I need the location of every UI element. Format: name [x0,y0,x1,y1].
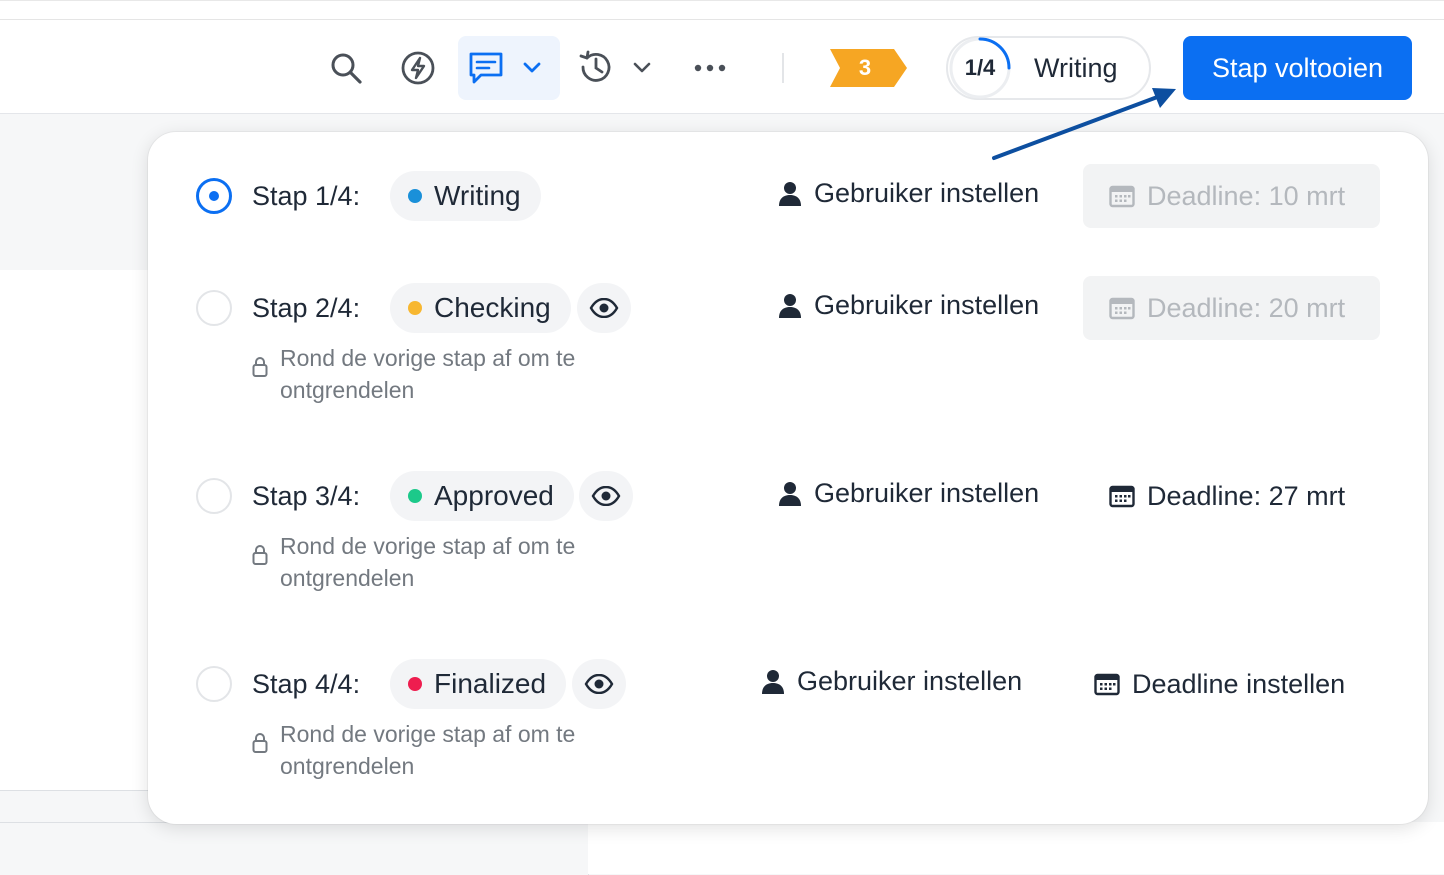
complete-step-button[interactable]: Stap voltooien [1183,36,1412,100]
status-label: Writing [434,180,521,211]
set-user-button[interactable]: Gebruiker instellen [778,290,1039,321]
chevron-down-icon [520,58,544,78]
user-icon [779,181,801,206]
locked-note-text: Rond de vorige stap af om te ontgrendele… [280,721,576,779]
background-panel [0,270,160,671]
status-chip[interactable]: Checking [390,283,571,333]
set-user-label: Gebruiker instellen [814,178,1040,208]
locked-note: Rond de vorige stap af om te ontgrendele… [252,530,632,600]
user-icon [779,481,801,506]
toolbar-divider [782,53,784,83]
step-label: Stap 4/4: [252,669,361,699]
search-icon[interactable] [326,48,366,88]
deadline-label: Deadline: 20 mrt [1147,292,1346,323]
lightning-icon[interactable] [398,48,438,88]
eye-icon[interactable] [577,283,631,333]
set-user-label: Gebruiker instellen [814,478,1040,508]
chat-icon [466,48,506,88]
step-label: Stap 2/4: [252,293,361,323]
step-radio[interactable] [196,178,232,214]
calendar-icon [1109,485,1135,508]
status-chip[interactable]: Approved [390,471,574,521]
annotation-arrow [992,88,1176,160]
locked-note: Rond de vorige stap af om te ontgrendele… [252,342,632,412]
step-row: Stap 4/4: Finalized Rond de vorige stap … [148,658,1428,788]
eye-icon[interactable] [579,471,633,521]
status-label: Checking [434,292,551,323]
lock-icon [252,733,268,753]
step-label: Stap 1/4: [252,181,361,211]
eye-icon[interactable] [572,659,626,709]
toolbar: 3 1/4 Writing Stap voltooien [0,0,1444,114]
user-icon [762,669,784,694]
workflow-steps-dropdown: Stap 1/4: Writing Gebruiker instellen De… [148,132,1428,824]
status-chip[interactable]: Writing [390,171,541,221]
set-user-button[interactable]: Gebruiker instellen [761,666,1022,697]
calendar-icon [1094,673,1120,696]
lock-icon [252,545,268,565]
lock-icon [252,357,268,377]
set-user-button[interactable]: Gebruiker instellen [778,478,1039,509]
locked-note-text: Rond de vorige stap af om te ontgrendele… [280,533,576,591]
set-user-label: Gebruiker instellen [797,666,1023,696]
deadline-label: Deadline instellen [1132,668,1346,699]
comments-toggle[interactable] [458,36,560,100]
deadline-button[interactable]: Deadline instellen [1068,652,1380,716]
background-panel [0,670,160,791]
background-panel [0,114,160,271]
deadline-label: Deadline: 27 mrt [1147,480,1346,511]
deadline-button[interactable]: Deadline: 20 mrt [1083,276,1380,340]
step-row: Stap 2/4: Checking Rond de vorige stap a… [148,276,1428,412]
locked-note-text: Rond de vorige stap af om te ontgrendele… [280,345,576,403]
step-radio[interactable] [196,666,232,702]
status-dot [408,489,422,503]
deadline-label: Deadline: 10 mrt [1147,180,1346,211]
status-chip[interactable]: Finalized [390,659,567,709]
background-panel [0,822,589,875]
deadline-button[interactable]: Deadline: 10 mrt [1083,164,1380,228]
locked-note: Rond de vorige stap af om te ontgrendele… [252,718,632,788]
notification-badge[interactable]: 3 [828,49,908,87]
status-dot [408,301,422,315]
more-icon[interactable] [690,56,730,80]
set-user-label: Gebruiker instellen [814,290,1040,320]
set-user-button[interactable]: Gebruiker instellen [778,178,1039,209]
status-label: Finalized [434,668,547,699]
history-icon[interactable] [576,47,616,87]
notification-count: 3 [858,55,872,80]
calendar-icon [1109,185,1135,208]
status-label: Approved [434,480,554,511]
step-label: Stap 3/4: [252,481,361,511]
calendar-icon [1109,297,1135,320]
status-dot [408,677,422,691]
status-dot [408,189,422,203]
top-strip [0,1,1444,20]
step-row: Stap 3/4: Approved Rond de vorige stap a… [148,470,1428,600]
step-radio[interactable] [196,290,232,326]
step-radio[interactable] [196,478,232,514]
chevron-down-icon[interactable] [631,58,653,78]
background-panel [588,822,1444,874]
deadline-button[interactable]: Deadline: 27 mrt [1083,464,1380,528]
user-icon [779,293,801,318]
step-row: Stap 1/4: Writing Gebruiker instellen De… [148,164,1428,234]
